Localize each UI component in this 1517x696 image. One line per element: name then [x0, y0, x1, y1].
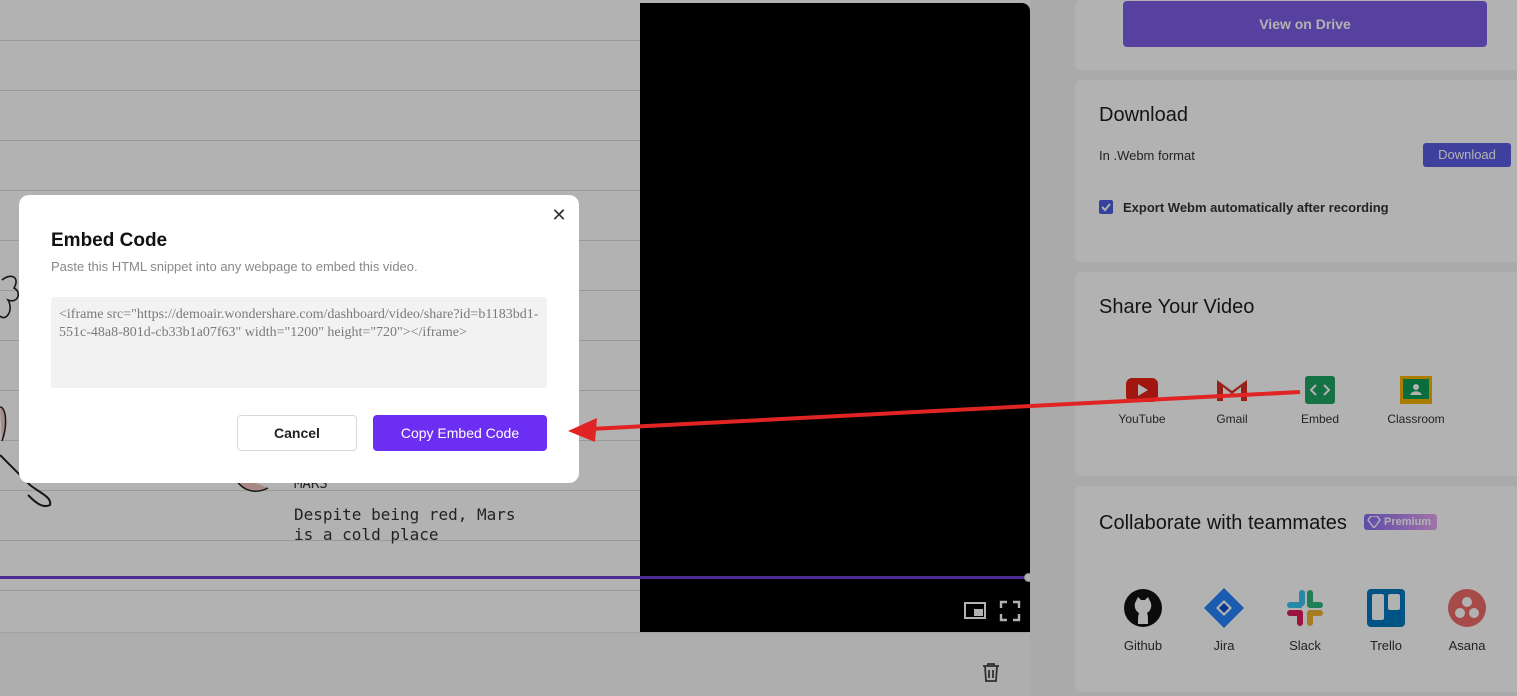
copy-embed-code-button[interactable]: Copy Embed Code: [373, 415, 547, 451]
embed-code-text[interactable]: <iframe src="https://demoair.wondershare…: [51, 297, 547, 388]
cancel-button[interactable]: Cancel: [237, 415, 357, 451]
close-icon[interactable]: ✕: [551, 206, 567, 224]
embed-code-dialog: ✕ Embed Code Paste this HTML snippet int…: [19, 195, 579, 483]
dialog-subtitle: Paste this HTML snippet into any webpage…: [51, 259, 418, 274]
dialog-title: Embed Code: [51, 230, 168, 251]
